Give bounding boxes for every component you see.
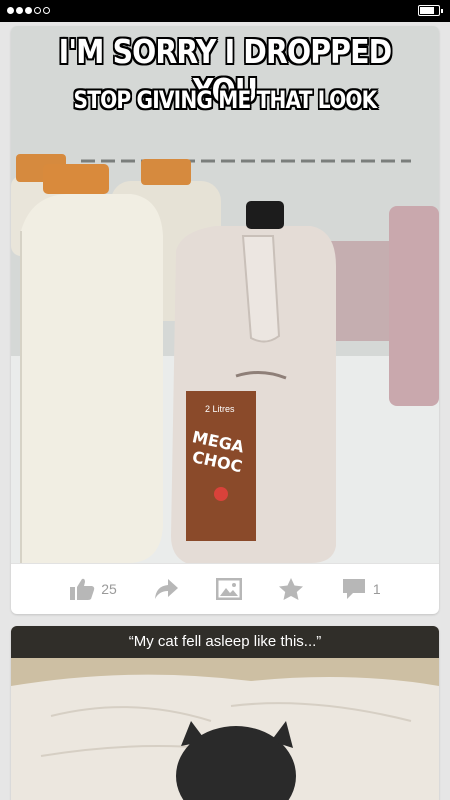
image-icon [215,578,242,600]
meme-caption-bottom: STOP GIVING ME THAT LOOK [73,86,378,114]
save-image-button[interactable] [215,578,242,600]
share-arrow-icon [155,579,179,599]
thumbs-up-icon [70,578,95,600]
battery-icon [418,5,443,16]
post-image[interactable]: 2 Litres MEGA CHOC I'M SORRY I DROPPED Y… [11,26,439,563]
signal-strength-icon [7,7,50,14]
post-image[interactable]: “My cat fell asleep like this...” [11,626,439,800]
post-card: “My cat fell asleep like this...” [11,626,439,800]
star-icon [279,578,304,600]
like-count: 25 [101,581,117,597]
comment-count: 1 [372,581,381,597]
favorite-button[interactable] [278,577,304,601]
status-bar [0,0,450,22]
post-caption: “My cat fell asleep like this...” [11,626,439,658]
post-card: 2 Litres MEGA CHOC I'M SORRY I DROPPED Y… [11,26,439,614]
like-button[interactable]: 25 [69,577,117,601]
speech-bubble-icon [342,579,365,599]
comment-button[interactable]: 1 [341,577,381,601]
label-volume: 2 Litres [205,404,235,414]
post-action-bar: 25 1 [11,563,439,614]
share-button[interactable] [153,577,179,601]
